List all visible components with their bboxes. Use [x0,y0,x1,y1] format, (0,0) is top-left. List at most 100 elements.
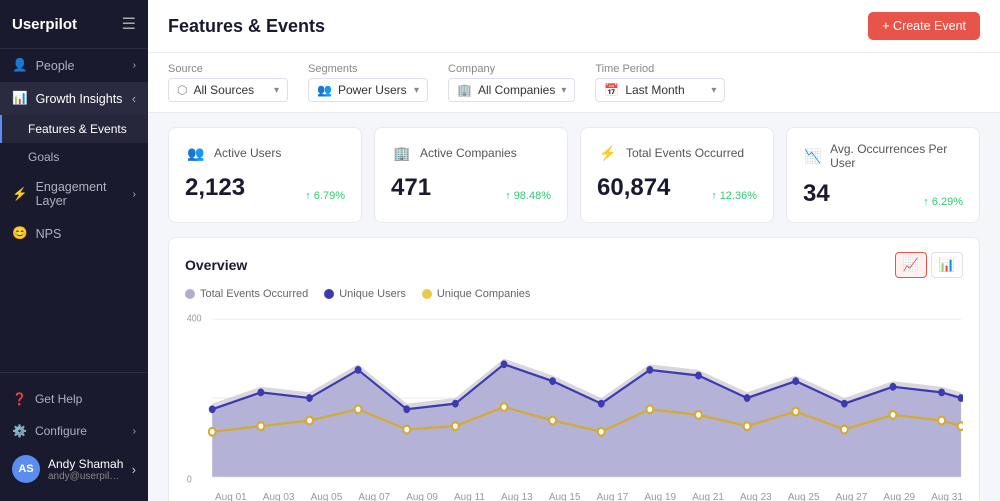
stat-value: 471 [391,174,431,202]
chevron-right-icon: › [132,462,136,477]
sidebar-item-nps[interactable]: 😊 NPS [0,217,148,250]
user-name: Andy Shamah [48,457,124,471]
filter-company-label: Company [448,63,575,75]
sidebar-user[interactable]: AS Andy Shamah andy@userpilot.co › [0,447,148,491]
overview-header: Overview 📈 📊 [185,252,963,278]
dot-company [452,422,459,430]
line-chart-button[interactable]: 📈 [895,252,927,278]
filter-company-select[interactable]: 🏢 All Companies ▾ [448,78,575,102]
dot [501,360,508,368]
segments-icon: 👥 [317,83,332,97]
dot-company [938,417,945,425]
x-label: Aug 21 [692,492,724,501]
sidebar-item-get-help[interactable]: ❓ Get Help [0,383,148,415]
page-title: Features & Events [168,16,325,37]
stat-label: Total Events Occurred [626,146,744,160]
dot-company [958,422,963,430]
stat-card-avg-occurrences: 📉 Avg. Occurrences Per User 34 ↑ 6.29% [786,127,980,223]
source-icon: ⬡ [177,83,187,97]
filter-time-value: Last Month [625,83,684,97]
dot-company [646,405,653,413]
sidebar-item-growth-insights[interactable]: 📊 Growth Insights ‹ [0,82,148,115]
chevron-right-icon: › [133,189,136,200]
active-users-icon: 👥 [185,142,207,164]
sidebar-item-goals[interactable]: Goals [0,143,148,171]
x-label: Aug 29 [883,492,915,501]
dot [792,377,799,385]
dot-company [403,426,410,434]
sidebar-logo: Userpilot ☰ [0,0,148,49]
sidebar-item-features-events[interactable]: Features & Events [0,115,148,143]
stat-value-row: 471 ↑ 98.48% [391,174,551,202]
legend-item-total-events: Total Events Occurred [185,288,308,300]
chevron-right-icon: › [133,60,136,71]
dot-company [209,428,216,436]
people-icon: 👤 [12,58,28,73]
stat-value-row: 34 ↑ 6.29% [803,180,963,208]
stat-card-header: ⚡ Total Events Occurred [597,142,757,164]
x-label: Aug 25 [788,492,820,501]
sidebar-item-people[interactable]: 👤 People › [0,49,148,82]
stat-card-header: 👥 Active Users [185,142,345,164]
x-label: Aug 05 [311,492,343,501]
legend-label: Total Events Occurred [200,288,308,300]
chart-area: 400 0 [185,308,963,488]
help-icon: ❓ [12,392,27,406]
avg-occurrences-icon: 📉 [803,145,823,167]
filter-time-label: Time Period [595,63,725,75]
main-content: Features & Events + Create Event Source … [148,0,1000,501]
area-unique-users [212,364,961,477]
sidebar-item-label: Configure [35,424,87,438]
stat-change: ↑ 98.48% [505,190,551,202]
chevron-right-icon: › [133,426,136,437]
chart-icon: 📊 [12,91,28,106]
filter-time-select[interactable]: 📅 Last Month ▾ [595,78,725,102]
app-name: Userpilot [12,16,77,33]
filter-segments: Segments 👥 Power Users ▾ [308,63,428,102]
overview-title: Overview [185,257,247,273]
gear-icon: ⚙️ [12,424,27,438]
nps-icon: 😊 [12,226,28,241]
dot [938,388,945,396]
active-companies-icon: 🏢 [391,142,413,164]
filter-segments-select[interactable]: 👥 Power Users ▾ [308,78,428,102]
dot [598,400,605,408]
chevron-down-icon: ‹ [132,92,136,106]
dot-company [890,411,897,419]
filter-segments-value: Power Users [338,83,407,97]
stat-value-row: 2,123 ↑ 6.79% [185,174,345,202]
create-event-button[interactable]: + Create Event [868,12,980,40]
avatar: AS [12,455,40,483]
stat-value-row: 60,874 ↑ 12.36% [597,174,757,202]
dot [841,400,848,408]
topbar: Features & Events + Create Event [148,0,1000,53]
stat-value: 60,874 [597,174,670,202]
chevron-down-icon: ▾ [414,85,419,96]
sidebar-item-engagement-layer[interactable]: ⚡ Engagement Layer › [0,171,148,217]
dot [257,388,264,396]
dot-company [744,422,751,430]
dot [209,405,216,413]
user-email: andy@userpilot.co [48,471,124,482]
stat-label: Active Users [214,146,281,160]
x-label: Aug 17 [597,492,629,501]
x-label: Aug 13 [501,492,533,501]
sidebar-bottom: ❓ Get Help ⚙️ Configure › AS Andy Shamah… [0,372,148,501]
stats-row: 👥 Active Users 2,123 ↑ 6.79% 🏢 Active Co… [168,127,980,223]
bar-chart-button[interactable]: 📊 [931,252,963,278]
x-label: Aug 03 [263,492,295,501]
filter-segments-label: Segments [308,63,428,75]
content-area: 👥 Active Users 2,123 ↑ 6.79% 🏢 Active Co… [148,113,1000,501]
sidebar-toggle-icon[interactable]: ☰ [122,14,136,34]
dot-company [792,408,799,416]
chevron-down-icon: ▾ [274,85,279,96]
x-label: Aug 01 [215,492,247,501]
filter-source-select[interactable]: ⬡ All Sources ▾ [168,78,288,102]
sidebar-item-label: Engagement Layer [36,180,125,208]
sidebar-item-configure[interactable]: ⚙️ Configure › [0,415,148,447]
dot-company [306,417,313,425]
filters-bar: Source ⬡ All Sources ▾ Segments 👥 Power … [148,53,1000,113]
sidebar-nav: 👤 People › 📊 Growth Insights ‹ Features … [0,49,148,372]
legend-dot-unique-companies [422,289,432,299]
legend-label: Unique Companies [437,288,531,300]
